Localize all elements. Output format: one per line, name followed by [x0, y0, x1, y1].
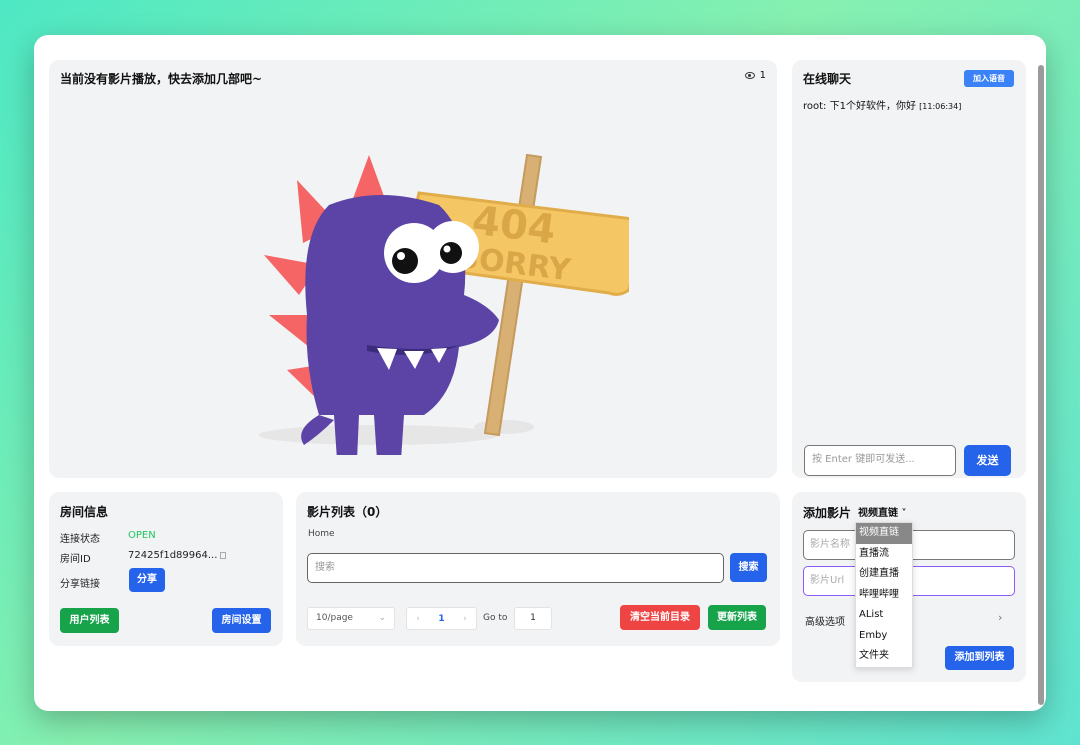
room-id-label: 房间ID: [60, 554, 91, 565]
connection-status-value: OPEN: [128, 530, 156, 541]
video-status-title: 当前没有影片播放，快去添加几部吧~: [60, 72, 263, 86]
app-window: 当前没有影片播放，快去添加几部吧~ 1 404 SORRY 在线聊天 加入语音 …: [34, 35, 1046, 711]
prev-page-icon[interactable]: ‹: [416, 614, 420, 624]
advanced-options-label[interactable]: 高级选项: [805, 613, 845, 628]
share-button[interactable]: 分享: [129, 568, 165, 592]
404-dinosaur-illustration: 404 SORRY: [259, 153, 629, 455]
movie-type-value: 视频直链: [858, 508, 898, 519]
copy-icon[interactable]: [220, 551, 227, 559]
add-to-list-button[interactable]: 添加到列表: [945, 646, 1014, 670]
room-settings-button[interactable]: 房间设置: [212, 608, 271, 633]
scrollbar[interactable]: [1038, 65, 1044, 705]
type-option-emby[interactable]: Emby: [856, 626, 912, 647]
join-voice-button[interactable]: 加入语音: [964, 70, 1014, 87]
chat-input[interactable]: 按 Enter 键即可发送...: [804, 445, 956, 476]
movie-type-dropdown: 视频直链 直播流 创建直播 哔哩哔哩 AList Emby 文件夹: [855, 522, 913, 668]
chevron-down-icon: ˅: [898, 508, 907, 519]
eye-icon: [744, 72, 755, 79]
type-option-live-stream[interactable]: 直播流: [856, 544, 912, 565]
viewer-counter: 1: [744, 70, 766, 81]
chevron-right-icon[interactable]: ›: [998, 611, 1002, 624]
add-movie-panel: 添加影片 视频直链 ˅ 影片名称 影片Url 高级选项 › 添加到列表 视频直链…: [792, 492, 1026, 682]
movie-list-title: 影片列表（0）: [307, 505, 388, 519]
room-id-row: 72425f1d89964...: [128, 550, 227, 561]
video-player-panel: 当前没有影片播放，快去添加几部吧~ 1 404 SORRY: [49, 60, 777, 478]
chat-message-text: 下1个好软件，你好: [829, 101, 916, 112]
chat-message-time: [11:06:34]: [919, 102, 962, 111]
type-option-create-live[interactable]: 创建直播: [856, 564, 912, 585]
room-info-panel: 房间信息 连接状态 OPEN 房间ID 72425f1d89964... 分享链…: [49, 492, 283, 646]
type-option-direct-link[interactable]: 视频直链: [856, 523, 912, 544]
movie-search-input[interactable]: 搜索: [307, 553, 724, 583]
user-list-button[interactable]: 用户列表: [60, 608, 119, 633]
chat-title: 在线聊天: [803, 72, 852, 86]
type-option-folder[interactable]: 文件夹: [856, 646, 912, 667]
page-size-select[interactable]: 10/page ⌄: [307, 607, 395, 630]
chat-panel: 在线聊天 加入语音 root: 下1个好软件，你好 [11:06:34] 按 E…: [792, 60, 1026, 478]
send-button[interactable]: 发送: [964, 445, 1011, 476]
search-button[interactable]: 搜索: [730, 553, 767, 582]
type-option-alist[interactable]: AList: [856, 605, 912, 626]
movie-type-select[interactable]: 视频直链 ˅: [858, 504, 906, 519]
pagination: ‹ 1 ›: [406, 607, 477, 630]
clear-directory-button[interactable]: 清空当前目录: [620, 605, 700, 630]
current-page[interactable]: 1: [438, 614, 444, 624]
viewer-count: 1: [759, 70, 766, 81]
add-movie-title: 添加影片: [803, 506, 852, 520]
chat-message: root: 下1个好软件，你好 [11:06:34]: [803, 97, 961, 112]
chat-message-user: root:: [803, 101, 827, 112]
goto-page-input[interactable]: 1: [514, 607, 552, 630]
type-option-bilibili[interactable]: 哔哩哔哩: [856, 585, 912, 606]
chevron-down-icon: ⌄: [378, 613, 386, 623]
room-info-title: 房间信息: [60, 505, 109, 519]
room-id-value: 72425f1d89964...: [128, 550, 218, 561]
movie-list-panel: 影片列表（0） Home 搜索 搜索 10/page ⌄ ‹ 1 › Go to…: [296, 492, 780, 646]
next-page-icon[interactable]: ›: [463, 614, 467, 624]
refresh-list-button[interactable]: 更新列表: [708, 605, 766, 630]
page-size-value: 10/page: [316, 613, 353, 623]
connection-status-label: 连接状态: [60, 534, 100, 545]
goto-label: Go to: [483, 613, 508, 623]
share-link-label: 分享链接: [60, 579, 100, 590]
breadcrumb[interactable]: Home: [308, 529, 335, 539]
